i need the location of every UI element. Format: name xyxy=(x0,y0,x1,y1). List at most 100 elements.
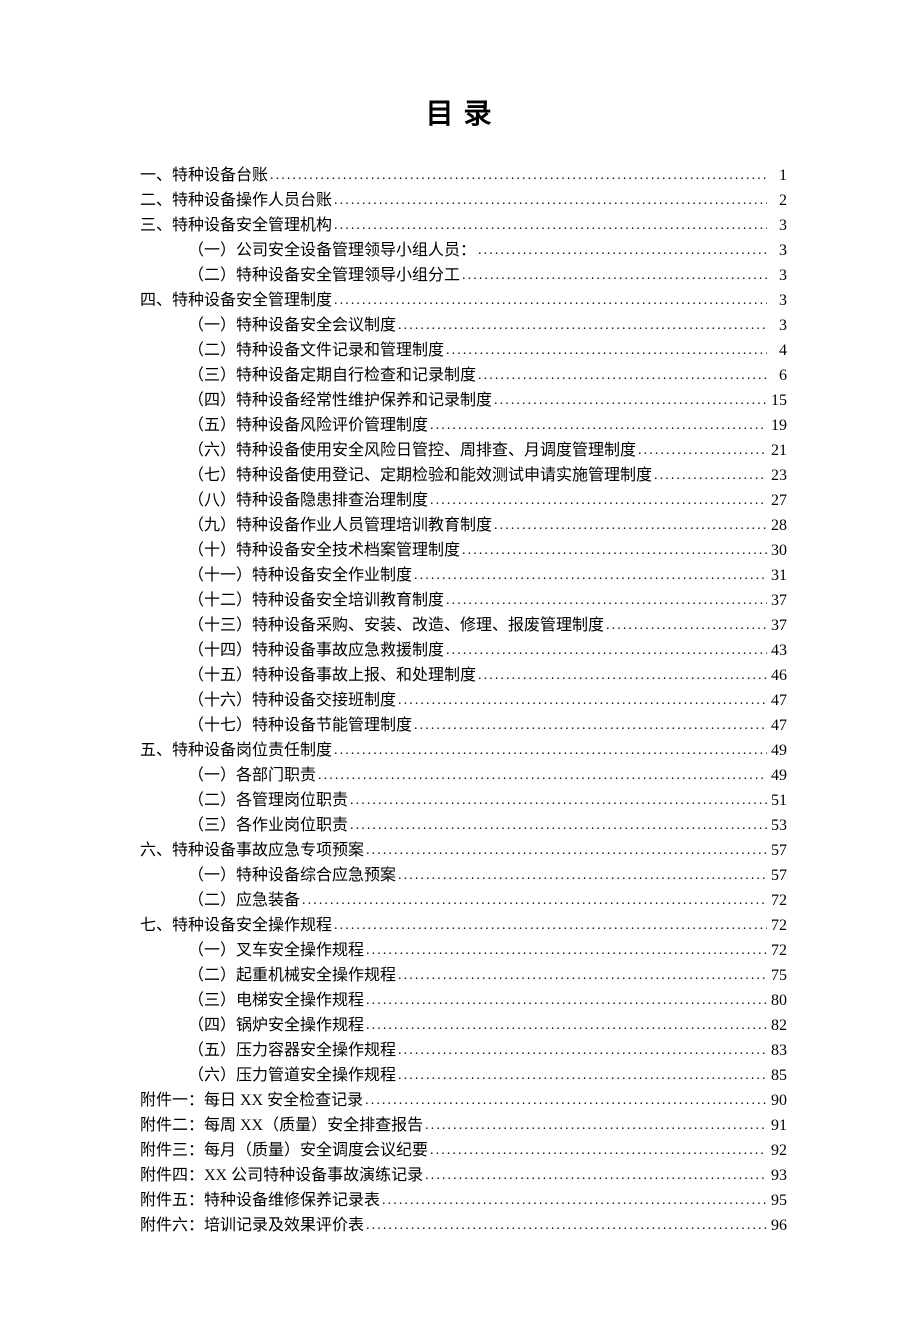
toc-entry-leader xyxy=(446,589,767,614)
toc-entry-label: （八）特种设备隐患排查治理制度 xyxy=(188,489,428,513)
toc-entry-page: 91 xyxy=(769,1114,787,1138)
toc-entry-page: 49 xyxy=(769,764,787,788)
toc-entry-label: （五）特种设备风险评价管理制度 xyxy=(188,414,428,438)
toc-entry-label: （一）各部门职责 xyxy=(188,764,316,788)
toc-entry-leader xyxy=(350,814,767,839)
toc-entry-label: 一、特种设备台账 xyxy=(140,164,268,188)
toc-entry-label: 四、特种设备安全管理制度 xyxy=(140,289,332,313)
toc-entry-page: 92 xyxy=(769,1139,787,1163)
toc-entry: （十）特种设备安全技术档案管理制度30 xyxy=(188,539,787,564)
toc-entry: （五）压力容器安全操作规程83 xyxy=(188,1039,787,1064)
toc-entry-leader xyxy=(398,864,767,889)
toc-entry-label: （三）电梯安全操作规程 xyxy=(188,989,364,1013)
toc-entry-page: 31 xyxy=(769,564,787,588)
toc-entry-leader xyxy=(494,514,767,539)
toc-entry-label: （九）特种设备作业人员管理培训教育制度 xyxy=(188,514,492,538)
toc-entry-label: （二）特种设备文件记录和管理制度 xyxy=(188,339,444,363)
toc-entry: （三）电梯安全操作规程 80 xyxy=(188,989,787,1014)
toc-entry-leader xyxy=(654,464,767,489)
toc-entry-page: 82 xyxy=(769,1014,787,1038)
toc-entry-label: 附件二：每周 XX（质量）安全排查报告 xyxy=(140,1114,423,1138)
toc-entry-page: 83 xyxy=(769,1039,787,1063)
toc-entry-label: （十三）特种设备采购、安装、改造、修理、报废管理制度 xyxy=(188,614,604,638)
toc-entry-label: （一）公司安全设备管理领导小组人员： xyxy=(188,239,476,263)
toc-entry-leader xyxy=(446,339,767,364)
document-page: 目录 一、特种设备台账1二、特种设备操作人员台账2三、特种设备安全管理机构3（一… xyxy=(0,0,920,1319)
toc-entry-page: 4 xyxy=(769,339,787,363)
toc-entry-leader xyxy=(478,664,767,689)
toc-entry-label: 附件一：每日 XX 安全检查记录 xyxy=(140,1089,363,1113)
toc-entry-leader xyxy=(366,1214,767,1239)
toc-entry: 附件二：每周 XX（质量）安全排查报告 91 xyxy=(140,1114,787,1139)
toc-entry-leader xyxy=(334,289,767,314)
toc-entry-page: 21 xyxy=(769,439,787,463)
toc-entry-leader xyxy=(366,939,767,964)
toc-entry-leader xyxy=(366,1014,767,1039)
toc-entry-label: （三）特种设备定期自行检查和记录制度 xyxy=(188,364,476,388)
toc-entry: （一）公司安全设备管理领导小组人员：3 xyxy=(188,239,787,264)
toc-entry-page: 47 xyxy=(769,714,787,738)
toc-entry: 一、特种设备台账1 xyxy=(140,164,787,189)
toc-entry-label: 附件四：XX 公司特种设备事故演练记录 xyxy=(140,1164,423,1188)
toc-entry-leader xyxy=(398,964,767,989)
toc-entry: （一）特种设备安全会议制度 3 xyxy=(188,314,787,339)
toc-entry-leader xyxy=(270,164,767,189)
toc-entry-leader xyxy=(366,989,767,1014)
toc-entry-page: 51 xyxy=(769,789,787,813)
toc-entry: 附件四：XX 公司特种设备事故演练记录93 xyxy=(140,1164,787,1189)
toc-entry: （二）起重机械安全操作规程75 xyxy=(188,964,787,989)
toc-entry-label: 七、特种设备安全操作规程 xyxy=(140,914,332,938)
toc-entry: （八）特种设备隐患排查治理制度 27 xyxy=(188,489,787,514)
toc-entry-leader xyxy=(478,364,767,389)
toc-entry-label: （四）特种设备经常性维护保养和记录制度 xyxy=(188,389,492,413)
toc-entry-label: （二）起重机械安全操作规程 xyxy=(188,964,396,988)
toc-entry-page: 23 xyxy=(769,464,787,488)
toc-entry-leader xyxy=(414,564,767,589)
toc-entry-page: 90 xyxy=(769,1089,787,1113)
toc-entry-label: （六）特种设备使用安全风险日管控、周排查、月调度管理制度 xyxy=(188,439,636,463)
toc-entry-page: 3 xyxy=(769,314,787,338)
toc-entry: 附件六：培训记录及效果评价表 96 xyxy=(140,1214,787,1239)
toc-entry: （七）特种设备使用登记、定期检验和能效测试申请实施管理制度 23 xyxy=(188,464,787,489)
toc-entry-page: 3 xyxy=(769,214,787,238)
toc-entry-page: 6 xyxy=(769,364,787,388)
toc-entry-page: 57 xyxy=(769,839,787,863)
toc-entry-leader xyxy=(334,214,767,239)
toc-entry: 附件一：每日 XX 安全检查记录 90 xyxy=(140,1089,787,1114)
toc-entry: （十一）特种设备安全作业制度31 xyxy=(188,564,787,589)
toc-entry-label: （十七）特种设备节能管理制度 xyxy=(188,714,412,738)
toc-entry-leader xyxy=(398,1039,767,1064)
toc-entry: （十二）特种设备安全培训教育制度37 xyxy=(188,589,787,614)
toc-entry-label: 六、特种设备事故应急专项预案 xyxy=(140,839,364,863)
toc-entry-page: 96 xyxy=(769,1214,787,1238)
toc-entry: 七、特种设备安全操作规程72 xyxy=(140,914,787,939)
toc-entry-label: （一）特种设备安全会议制度 xyxy=(188,314,396,338)
toc-entry-page: 15 xyxy=(769,389,787,413)
toc-entry-page: 80 xyxy=(769,989,787,1013)
toc-entry-leader xyxy=(382,1189,767,1214)
toc-entry-page: 72 xyxy=(769,889,787,913)
toc-entry-page: 95 xyxy=(769,1189,787,1213)
toc-entry-label: （二）应急装备 xyxy=(188,889,300,913)
toc-entry: 二、特种设备操作人员台账2 xyxy=(140,189,787,214)
toc-entry-label: （十六）特种设备交接班制度 xyxy=(188,689,396,713)
toc-entry-leader xyxy=(366,839,767,864)
toc-entry-label: 附件六：培训记录及效果评价表 xyxy=(140,1214,364,1238)
toc-entry-label: 附件五：特种设备维修保养记录表 xyxy=(140,1189,380,1213)
toc-entry-leader xyxy=(425,1164,767,1189)
toc-entry: （三）特种设备定期自行检查和记录制度 6 xyxy=(188,364,787,389)
toc-entry-page: 27 xyxy=(769,489,787,513)
toc-entry: （十五）特种设备事故上报、和处理制度46 xyxy=(188,664,787,689)
toc-entry: （九）特种设备作业人员管理培训教育制度28 xyxy=(188,514,787,539)
toc-entry: （一）叉车安全操作规程72 xyxy=(188,939,787,964)
toc-entry: （二）各管理岗位职责51 xyxy=(188,789,787,814)
toc-entry: （四）锅炉安全操作规程82 xyxy=(188,1014,787,1039)
toc-entry: 六、特种设备事故应急专项预案 57 xyxy=(140,839,787,864)
toc-entry: （五）特种设备风险评价管理制度19 xyxy=(188,414,787,439)
toc-entry-label: 三、特种设备安全管理机构 xyxy=(140,214,332,238)
toc-entry: 三、特种设备安全管理机构 3 xyxy=(140,214,787,239)
toc-entry-leader xyxy=(606,614,767,639)
toc-entry-label: （七）特种设备使用登记、定期检验和能效测试申请实施管理制度 xyxy=(188,464,652,488)
toc-entry-leader xyxy=(430,489,767,514)
toc-entry-leader xyxy=(462,264,767,289)
